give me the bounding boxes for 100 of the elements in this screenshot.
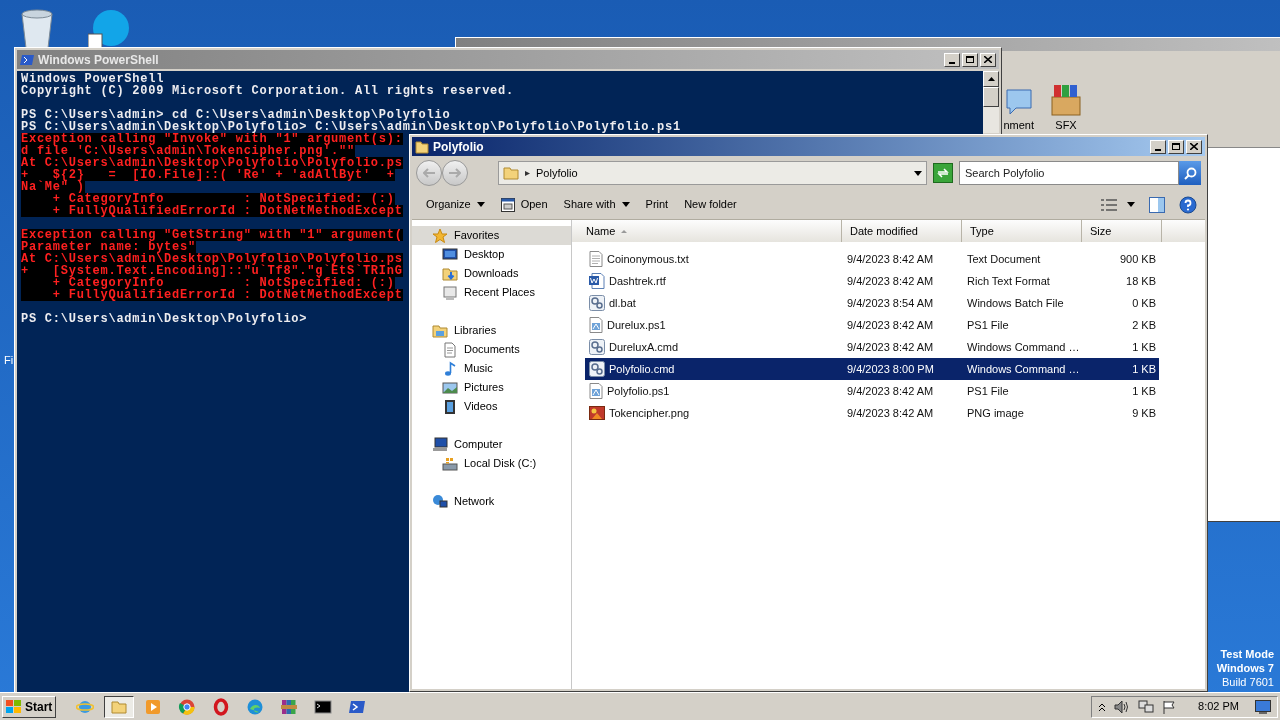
- address-bar[interactable]: Polyfolio: [498, 161, 927, 185]
- file-row[interactable]: Tokencipher.png 9/4/2023 8:42 AM PNG image 9 KB: [585, 402, 1159, 424]
- search-button[interactable]: [1179, 161, 1201, 185]
- picture-icon: [442, 379, 458, 396]
- nav-item[interactable]: Pictures: [412, 378, 571, 397]
- size-cell-text: 9 KB: [1131, 405, 1156, 421]
- console-line: PS C:\Users\admin\Desktop\Polyfolio> C:\Users\admin\Desktop\Polyfolio\Polyfolio.ps1: [21, 121, 681, 133]
- file-row[interactable]: Polyfolio.ps1 9/4/2023 8:42 AM PS1 File 1 KB: [585, 380, 1159, 402]
- nav-item[interactable]: Videos: [412, 397, 571, 416]
- view-options-button[interactable]: [1101, 197, 1135, 212]
- browser-icon: [178, 697, 197, 716]
- play-icon: [144, 697, 163, 716]
- nav-item[interactable]: Downloads: [412, 264, 571, 283]
- file-name: Coinonymous.txt: [607, 251, 689, 267]
- nav-item[interactable]: Documents: [412, 340, 571, 359]
- dropdown-caret-icon: [621, 202, 630, 207]
- file-name: Polyfolio.ps1: [607, 383, 670, 399]
- column-header[interactable]: Type: [962, 220, 1082, 242]
- type-cell-text: Windows Batch File: [966, 295, 1065, 311]
- nav-item[interactable]: Computer: [412, 435, 571, 454]
- script-file-icon: [589, 383, 603, 399]
- nav-item[interactable]: Recent Places: [412, 283, 571, 302]
- toolbar-label: nment: [1003, 117, 1034, 133]
- close-button[interactable]: [1186, 139, 1202, 154]
- search-field[interactable]: Search Polyfolio: [959, 161, 1179, 185]
- recycle-bin-icon[interactable]: [18, 8, 56, 48]
- maximize-icon: [1172, 143, 1180, 150]
- chevron-up-icon[interactable]: [1098, 701, 1107, 712]
- file-row[interactable]: Polyfolio.cmd 9/4/2023 8:00 PM Windows Command … 1 KB: [585, 358, 1159, 380]
- file-row[interactable]: Durelux.ps1 9/4/2023 8:42 AM PS1 File 2 KB: [585, 314, 1159, 336]
- nav-item[interactable]: Network: [412, 492, 571, 511]
- toolbar-button[interactable]: Share with: [557, 193, 636, 216]
- computer-icon: [432, 436, 448, 453]
- column-header[interactable]: Date modified: [842, 220, 962, 242]
- file-name: Polyfolio.cmd: [609, 361, 675, 377]
- help-icon[interactable]: [1179, 195, 1197, 214]
- dropdown-caret-icon: [914, 170, 922, 176]
- refresh-button[interactable]: [933, 163, 953, 183]
- ring-icon: [212, 697, 231, 716]
- file-row[interactable]: Dashtrek.rtf 9/4/2023 8:42 AM Rich Text Format 18 KB: [585, 270, 1159, 292]
- maximize-icon: [966, 56, 974, 63]
- stacked-books-icon: [280, 697, 299, 716]
- nav-item[interactable]: Local Disk (C:): [412, 454, 571, 473]
- taskbar-button[interactable]: [104, 695, 135, 718]
- list-view-icon: [1101, 197, 1117, 212]
- file-name: Dashtrek.rtf: [609, 273, 666, 289]
- document-icon: [442, 341, 458, 358]
- close-icon: [984, 56, 992, 63]
- toolbar-button[interactable]: Print: [639, 193, 675, 216]
- console-line: Windows PowerShell: [21, 73, 165, 85]
- windows-flag-icon: [6, 699, 22, 714]
- speaker-icon[interactable]: [1114, 699, 1131, 714]
- scroll-up-button[interactable]: [983, 71, 999, 87]
- folder-icon: [415, 139, 429, 154]
- flag-icon[interactable]: [1162, 699, 1177, 714]
- minimize-button[interactable]: [944, 52, 960, 67]
- download-folder-icon: [442, 265, 458, 282]
- toolbar-button[interactable]: Open: [494, 193, 554, 216]
- nav-item[interactable]: Favorites: [412, 226, 571, 245]
- column-header: [1162, 220, 1205, 242]
- maximize-button[interactable]: [1168, 139, 1184, 154]
- nav-item[interactable]: Desktop: [412, 245, 571, 264]
- date-cell-text: 9/4/2023 8:42 AM: [846, 405, 935, 421]
- nav-item[interactable]: Music: [412, 359, 571, 378]
- file-name: dl.bat: [609, 295, 636, 311]
- music-note-icon: [442, 360, 458, 377]
- image-file-icon: [589, 405, 605, 421]
- close-button[interactable]: [980, 52, 996, 67]
- window-title: Polyfolio: [433, 138, 485, 156]
- gear-file-icon: [589, 361, 605, 377]
- file-name: Durelux.ps1: [607, 317, 666, 333]
- minimize-button[interactable]: [1150, 139, 1166, 154]
- toolbar-button[interactable]: New folder: [678, 193, 743, 216]
- file-row[interactable]: DureluxA.cmd 9/4/2023 8:42 AM Windows Command … 1 KB: [585, 336, 1159, 358]
- dropdown-caret-icon: [1127, 202, 1135, 207]
- right-arrow-icon: [449, 168, 461, 178]
- clock: 8:02 PM: [1198, 699, 1239, 715]
- film-strip-icon: [442, 398, 458, 415]
- minimize-icon: [949, 61, 955, 64]
- minimize-icon: [1155, 148, 1161, 151]
- file-row[interactable]: dl.bat 9/4/2023 8:54 AM Windows Batch File 0 KB: [585, 292, 1159, 314]
- recent-places-icon: [442, 284, 458, 301]
- size-cell-text: 2 KB: [1131, 317, 1156, 333]
- scroll-thumb[interactable]: [983, 87, 999, 107]
- type-cell-text: PNG image: [966, 405, 1025, 421]
- column-header[interactable]: Name: [572, 220, 842, 242]
- nav-item[interactable]: Libraries: [412, 321, 571, 340]
- maximize-button[interactable]: [962, 52, 978, 67]
- caret-icon: [525, 170, 530, 176]
- gift-box-icon: [1048, 82, 1084, 117]
- file-row[interactable]: Coinonymous.txt 9/4/2023 8:42 AM Text Document 900 KB: [585, 248, 1159, 270]
- column-header[interactable]: Size: [1082, 220, 1162, 242]
- preview-pane-icon[interactable]: [1149, 196, 1165, 213]
- network-icon[interactable]: [1138, 699, 1155, 714]
- type-cell-text: Windows Command …: [966, 339, 1081, 355]
- date-cell-text: 9/4/2023 8:00 PM: [846, 361, 935, 377]
- show-desktop-icon[interactable]: [1255, 699, 1271, 714]
- toolbar-button[interactable]: Organize: [420, 193, 491, 216]
- start-button[interactable]: Start: [2, 695, 57, 718]
- text-file-icon: [589, 251, 603, 267]
